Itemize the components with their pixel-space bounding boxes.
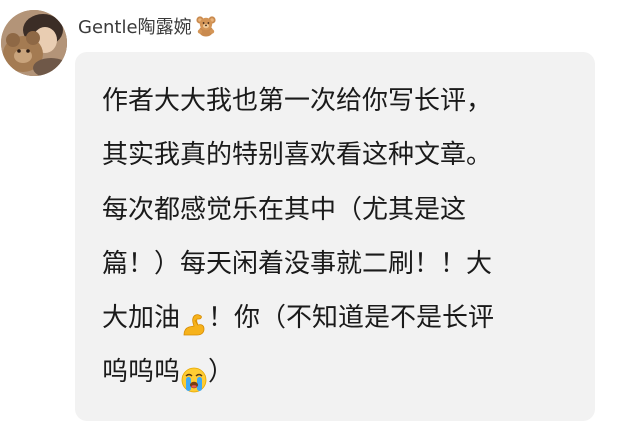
comment-text-segment: ！你（不知道是不是长评 <box>208 303 495 334</box>
comment-line: 作者大大我也第一次给你写长评， <box>102 86 493 116</box>
comment-line-with-emoji: 呜呜呜 ） <box>102 345 575 399</box>
avatar-photo <box>1 10 67 76</box>
avatar[interactable] <box>1 10 67 76</box>
flexed-biceps-emoji-icon <box>180 304 208 336</box>
comment-line: 每次都感觉乐在其中（尤其是这 <box>102 194 467 225</box>
comment-line-with-emoji: 大加油 ！你（不知道是不是长评 <box>102 291 575 345</box>
comment-text-segment: ） <box>208 357 235 388</box>
comment-bubble[interactable]: 作者大大我也第一次给你写长评， 其实我真的特别喜欢看这种文章。 每次都感觉乐在其… <box>75 52 595 421</box>
comment-line: 其实我真的特别喜欢看这种文章。 <box>102 140 493 171</box>
comment-username[interactable]: Gentle陶露婉 <box>78 13 192 39</box>
comment-text-segment: 大加油 <box>102 303 181 334</box>
comment-text-segment: 呜呜呜 <box>102 357 181 388</box>
loudly-crying-face-emoji-icon <box>180 359 208 393</box>
comment-username-row[interactable]: Gentle陶露婉 <box>78 14 217 38</box>
comment-line: 篇！）每天闲着没事就二刷！！大 <box>102 248 493 279</box>
teddy-bear-emoji-icon <box>195 15 217 37</box>
